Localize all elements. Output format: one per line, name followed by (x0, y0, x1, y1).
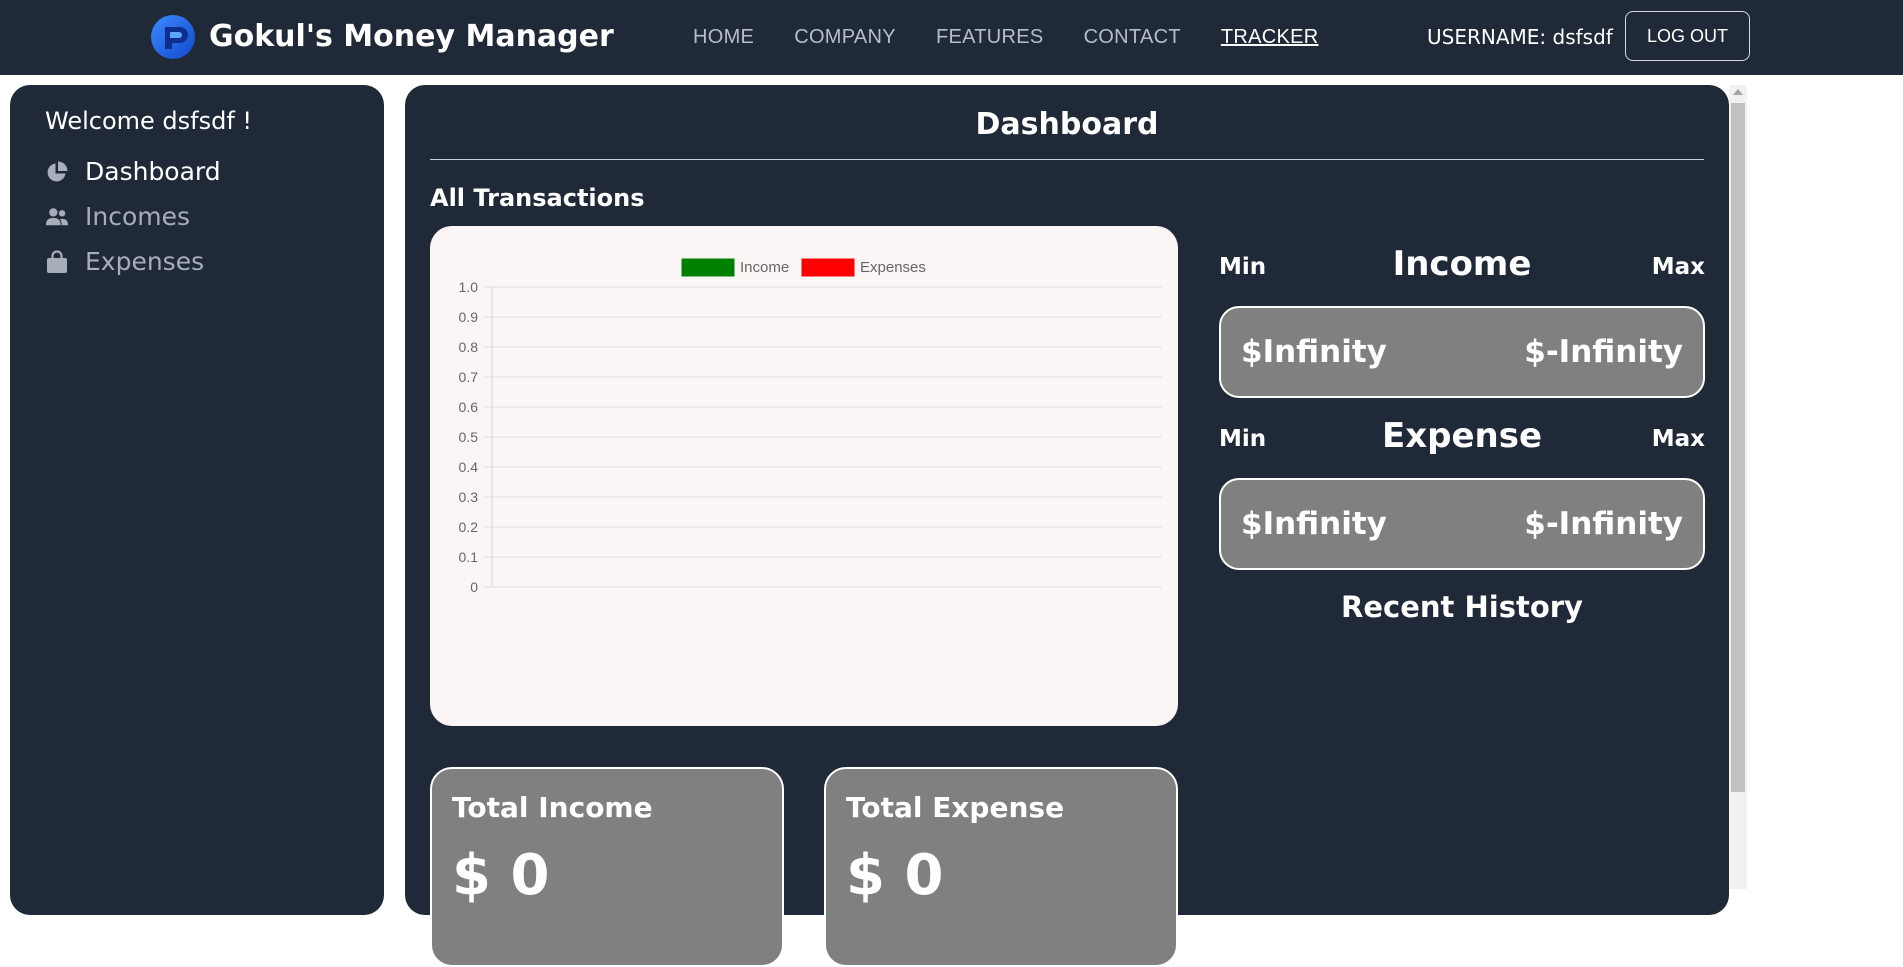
dashboard-panel: Dashboard All Transactions Income Expense… (405, 85, 1729, 967)
nav-link-company[interactable]: COMPANY (794, 26, 896, 49)
income-max-label: Max (1651, 254, 1705, 280)
scrollbar-thumb[interactable] (1731, 103, 1745, 792)
sidebar-item-label: Expenses (85, 247, 205, 276)
logo-icon (151, 15, 195, 59)
total-expense-value: $ 0 (846, 843, 944, 908)
income-range-box: $Infinity $-Infinity (1219, 306, 1705, 398)
legend-label: Expenses (860, 259, 926, 276)
expense-range-header: Min Expense Max (1219, 416, 1705, 456)
total-income-label: Total Income (452, 791, 653, 824)
y-tick-label: 0.3 (459, 489, 479, 505)
nav-link-contact[interactable]: CONTACT (1084, 26, 1181, 49)
y-tick-label: 0.9 (459, 309, 479, 325)
expense-min-value: $Infinity (1241, 506, 1387, 542)
pie-chart-icon (45, 160, 69, 184)
logout-button[interactable]: LOG OUT (1625, 11, 1750, 61)
y-tick-label: 0.5 (459, 429, 479, 445)
y-tick-label: 0.8 (459, 339, 479, 355)
legend-swatch (681, 258, 735, 277)
income-min-value: $Infinity (1241, 334, 1387, 370)
brand-name: Gokul's Money Manager (209, 19, 614, 54)
legend-swatch (801, 258, 855, 277)
y-tick-label: 0.4 (459, 459, 479, 475)
nav-link-home[interactable]: HOME (693, 26, 754, 49)
title-divider (430, 159, 1704, 160)
username-label: USERNAME: dsfsdf (1427, 25, 1613, 49)
page-title: Dashboard (975, 107, 1159, 142)
sidebar-item-expenses[interactable]: Expenses (45, 247, 204, 276)
section-title: All Transactions (430, 184, 645, 212)
sidebar-item-incomes[interactable]: Incomes (45, 202, 190, 231)
y-tick-label: 0.2 (459, 519, 479, 535)
total-income-card: Total Income $ 0 (430, 767, 784, 967)
y-tick-label: 0.1 (459, 549, 479, 565)
expense-range-box: $Infinity $-Infinity (1219, 478, 1705, 570)
total-income-value: $ 0 (452, 843, 550, 908)
recent-history-title: Recent History (1341, 590, 1583, 624)
legend-label: Income (740, 259, 789, 276)
y-tick-label: 0.7 (459, 369, 479, 385)
shopping-bag-icon (45, 249, 69, 274)
sidebar-item-label: Incomes (85, 202, 191, 231)
y-tick-label: 1.0 (459, 279, 479, 295)
expense-max-value: $-Infinity (1524, 506, 1683, 542)
sidebar-item-dashboard[interactable]: Dashboard (45, 157, 221, 186)
scroll-up-arrow-icon[interactable] (1733, 89, 1743, 95)
top-navbar: Gokul's Money Manager HOME COMPANY FEATU… (0, 0, 1903, 75)
sidebar-item-label: Dashboard (85, 157, 221, 186)
transactions-chart: Income Expenses 1.0 0.9 0.8 0.7 0.6 0.5 0.4 0.3 0.… (430, 226, 1178, 726)
total-expense-card: Total Expense $ 0 (824, 767, 1178, 967)
income-heading: Income (1392, 244, 1532, 284)
welcome-message: Welcome dsfsdf ! (45, 107, 253, 135)
page-scrollbar[interactable] (1729, 85, 1747, 889)
chart-canvas: Income Expenses 1.0 0.9 0.8 0.7 0.6 0.5 0.4 0.3 0.… (459, 258, 1162, 595)
users-icon (45, 205, 69, 229)
total-expense-label: Total Expense (846, 791, 1065, 824)
nav-links: HOME COMPANY FEATURES CONTACT TRACKER (693, 0, 1359, 75)
brand[interactable]: Gokul's Money Manager (150, 14, 614, 60)
sidebar: Welcome dsfsdf ! Dashboard Incomes Expen… (10, 85, 384, 915)
y-tick-label: 0.6 (459, 399, 479, 415)
y-tick-label: 0 (470, 579, 478, 595)
expense-max-label: Max (1651, 426, 1705, 452)
expense-heading: Expense (1381, 416, 1543, 456)
income-range-header: Min Income Max (1219, 244, 1705, 284)
nav-link-features[interactable]: FEATURES (936, 26, 1044, 49)
nav-link-tracker[interactable]: TRACKER (1221, 26, 1319, 49)
income-max-value: $-Infinity (1524, 334, 1683, 370)
